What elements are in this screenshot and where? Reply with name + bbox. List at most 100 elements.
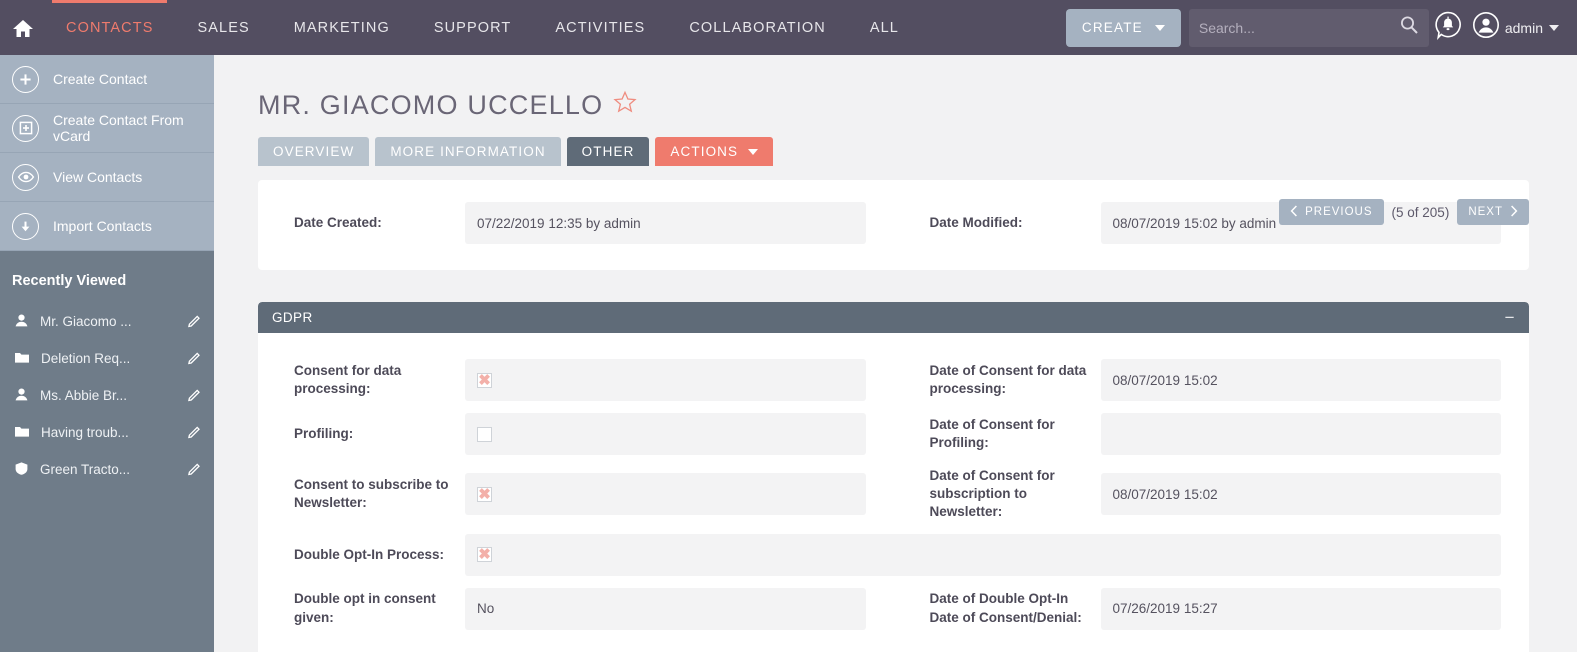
user-avatar-icon xyxy=(1471,10,1501,45)
sidebar: Create Contact Create Contact From vCard… xyxy=(0,55,242,652)
nav-label: MARKETING xyxy=(293,19,390,36)
collapse-minus-icon[interactable]: − xyxy=(1505,309,1515,326)
record-pagination: PREVIOUS (5 of 205) NEXT xyxy=(1279,199,1529,225)
checkbox-x-icon: ✖ xyxy=(478,371,491,389)
nav-label: ACTIVITIES xyxy=(555,19,646,36)
previous-button[interactable]: PREVIOUS xyxy=(1279,199,1384,225)
tab-other[interactable]: OTHER xyxy=(566,137,650,166)
folder-icon xyxy=(14,350,30,367)
nav-item-sales[interactable]: SALES xyxy=(175,0,271,55)
nav-item-contacts[interactable]: CONTACTS xyxy=(44,0,175,55)
folder-icon xyxy=(14,424,30,441)
consent-data-processing-field: Consent for data processing: ✖ xyxy=(258,359,894,401)
tab-label: OTHER xyxy=(581,144,635,159)
recent-item-green-tractor[interactable]: Green Tracto... xyxy=(0,451,214,488)
gdpr-row-double-optin-consent: Double opt in consent given: No Date of … xyxy=(258,587,1529,630)
double-optin-process-label: Double Opt-In Process: xyxy=(294,546,445,562)
plus-icon xyxy=(12,65,39,93)
edit-pencil-icon[interactable] xyxy=(187,387,202,405)
tab-label: OVERVIEW xyxy=(273,144,355,159)
sidebar-item-create-contact-vcard[interactable]: Create Contact From vCard xyxy=(0,104,214,153)
gdpr-row-newsletter-consent: Consent to subscribe to Newsletter: ✖ Da… xyxy=(258,467,1529,522)
newsletter-consent-checkbox[interactable]: ✖ xyxy=(477,486,492,502)
sidebar-item-view-contacts[interactable]: View Contacts xyxy=(0,153,214,202)
tab-more-information[interactable]: MORE INFORMATION xyxy=(375,137,561,166)
edit-pencil-icon[interactable] xyxy=(187,350,202,368)
newsletter-consent-value: ✖ xyxy=(465,473,866,516)
recent-item-giacomo[interactable]: Mr. Giacomo ... xyxy=(0,303,214,340)
recent-item-label: Green Tracto... xyxy=(40,462,131,477)
tab-actions[interactable]: ACTIONS xyxy=(655,137,774,166)
date-consent-profiling-value xyxy=(1100,413,1501,455)
consent-data-processing-label: Consent for data processing: xyxy=(294,362,402,396)
download-arrow-icon xyxy=(12,212,39,240)
edit-pencil-icon[interactable] xyxy=(187,424,202,442)
date-consent-data-processing-label: Date of Consent for data processing: xyxy=(929,362,1087,396)
top-header-bar: CONTACTS SALES MARKETING SUPPORT ACTIVIT… xyxy=(0,0,1577,55)
search-box[interactable] xyxy=(1188,8,1429,47)
recently-viewed-heading: Recently Viewed xyxy=(12,273,127,289)
date-consent-newsletter-value: 08/07/2019 15:02 xyxy=(1100,473,1501,516)
gdpr-panel-header: GDPR − xyxy=(258,302,1529,333)
notification-bell-icon xyxy=(1433,10,1463,45)
recent-item-deletion-request[interactable]: Deletion Req... xyxy=(0,340,214,377)
date-created-value: 07/22/2019 12:35 by admin xyxy=(465,202,866,244)
double-optin-consent-label: Double opt in consent given: xyxy=(294,591,436,625)
nav-item-activities[interactable]: ACTIVITIES xyxy=(533,0,667,55)
double-optin-process-field: Double Opt-In Process: ✖ xyxy=(258,533,1529,576)
nav-label: CONTACTS xyxy=(66,19,154,36)
recent-item-label: Ms. Abbie Br... xyxy=(40,388,128,403)
gdpr-row-double-optin-process: Double Opt-In Process: ✖ xyxy=(258,533,1529,576)
nav-item-support[interactable]: SUPPORT xyxy=(412,0,534,55)
nav-item-all[interactable]: ALL xyxy=(848,0,921,55)
next-button[interactable]: NEXT xyxy=(1457,199,1529,225)
main-navigation: CONTACTS SALES MARKETING SUPPORT ACTIVIT… xyxy=(44,0,921,55)
tab-overview[interactable]: OVERVIEW xyxy=(258,137,370,166)
chevron-down-icon xyxy=(1154,24,1165,31)
chevron-down-icon xyxy=(748,148,759,155)
double-optin-consent-field: Double opt in consent given: No xyxy=(258,587,894,630)
notifications-button[interactable] xyxy=(1429,0,1467,55)
sidebar-item-label: Create Contact xyxy=(53,71,148,87)
home-icon xyxy=(12,18,34,38)
consent-data-processing-checkbox[interactable]: ✖ xyxy=(477,371,492,389)
date-consent-profiling-field: Date of Consent for Profiling: xyxy=(894,413,1530,455)
sidebar-item-import-contacts[interactable]: Import Contacts xyxy=(0,202,214,251)
nav-item-collaboration[interactable]: COLLABORATION xyxy=(667,0,848,55)
eye-icon xyxy=(12,163,39,191)
home-button[interactable] xyxy=(6,18,40,38)
date-modified-label: Date Modified: xyxy=(929,214,1023,230)
star-outline-icon[interactable] xyxy=(613,90,637,121)
profiling-label: Profiling: xyxy=(294,425,354,441)
chevron-right-icon xyxy=(1510,204,1518,220)
date-created-label: Date Created: xyxy=(294,214,382,230)
profiling-checkbox[interactable] xyxy=(477,426,492,442)
gdpr-row-consent-data-processing: Consent for data processing: ✖ Date of C… xyxy=(258,359,1529,401)
edit-pencil-icon[interactable] xyxy=(187,461,202,479)
nav-label: COLLABORATION xyxy=(689,19,826,36)
double-optin-process-checkbox[interactable]: ✖ xyxy=(477,547,492,563)
recent-item-having-trouble[interactable]: Having troub... xyxy=(0,414,214,451)
user-avatar-button[interactable] xyxy=(1467,0,1505,55)
profiling-value xyxy=(465,413,866,455)
search-input[interactable] xyxy=(1198,19,1399,36)
search-icon[interactable] xyxy=(1399,15,1419,40)
tab-label: ACTIONS xyxy=(670,144,739,159)
nav-label: ALL xyxy=(869,19,899,36)
page-title: Mr. Giacomo Uccello xyxy=(214,55,1577,121)
recent-item-abbie[interactable]: Ms. Abbie Br... xyxy=(0,377,214,414)
nav-label: SALES xyxy=(197,19,250,36)
shield-icon xyxy=(14,461,29,479)
edit-pencil-icon[interactable] xyxy=(187,313,202,331)
nav-item-marketing[interactable]: MARKETING xyxy=(272,0,412,55)
gdpr-panel-body: Consent for data processing: ✖ Date of C… xyxy=(258,333,1529,652)
double-optin-process-value: ✖ xyxy=(465,533,1501,576)
create-button[interactable]: CREATE xyxy=(1065,8,1181,47)
date-consent-profiling-label: Date of Consent for Profiling: xyxy=(929,416,1055,450)
record-tabs: OVERVIEW MORE INFORMATION OTHER ACTIONS xyxy=(214,121,1577,166)
consent-data-processing-value: ✖ xyxy=(465,359,866,401)
user-menu[interactable]: admin xyxy=(1505,20,1569,36)
sidebar-item-label: View Contacts xyxy=(53,169,143,185)
date-consent-newsletter-field: Date of Consent for subscription to News… xyxy=(894,467,1530,522)
sidebar-item-create-contact[interactable]: Create Contact xyxy=(0,55,214,104)
